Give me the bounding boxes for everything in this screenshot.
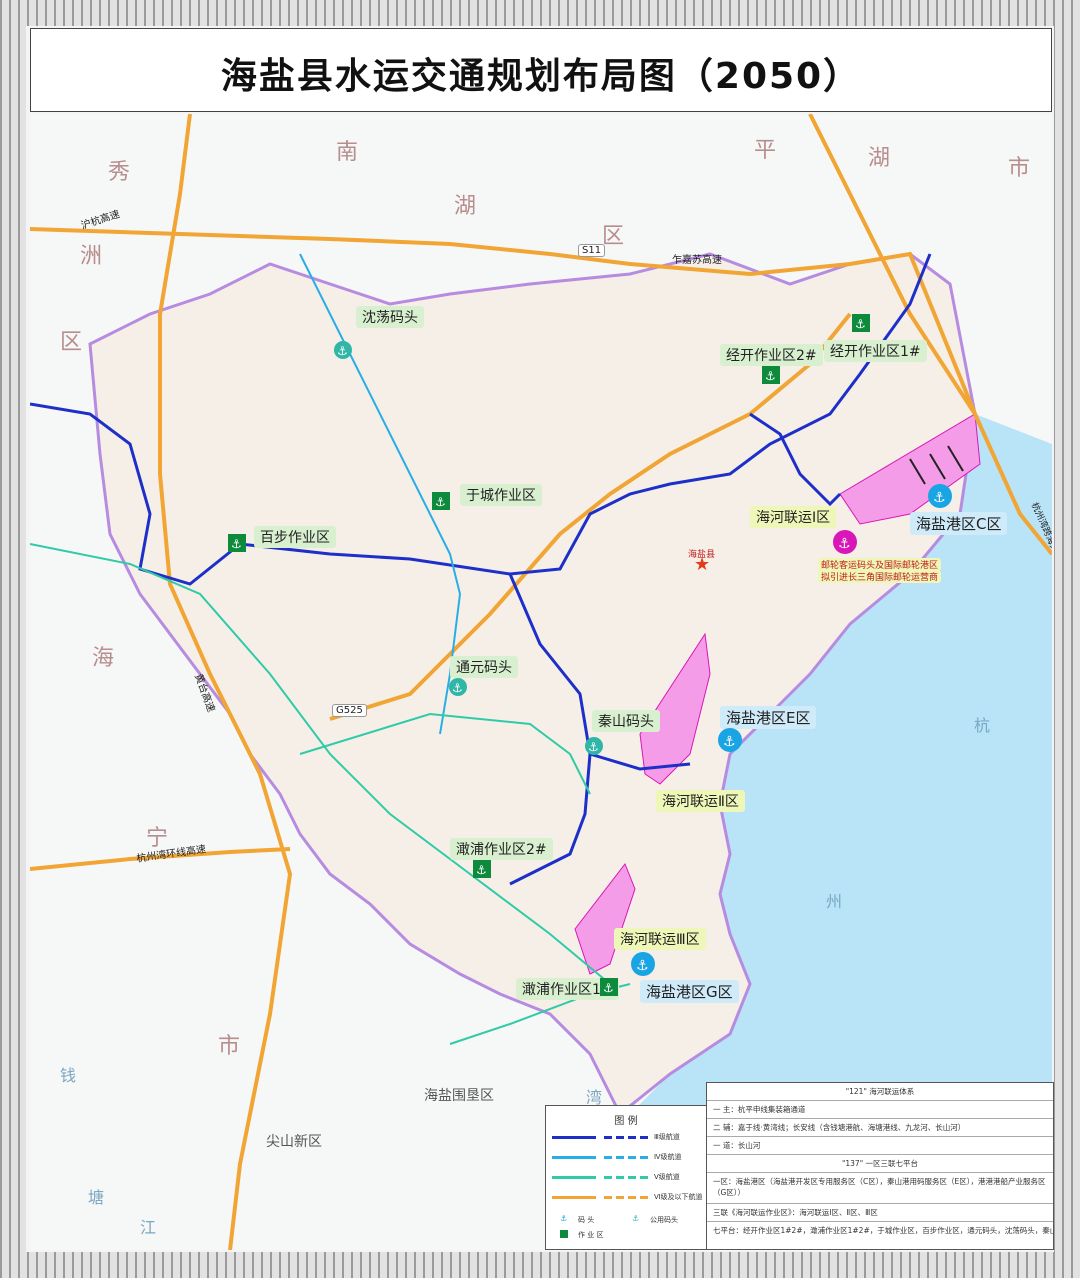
legend-dash [604,1176,648,1179]
cruise-anchor-icon[interactable]: ⚓ [833,530,857,554]
title-box: 海盐县水运交通规划布局图（2050） [30,28,1052,112]
map-area: ★ 南 湖 区 秀 洲 区 平 湖 市 海 宁 市 杭 州 湾 钱 塘 江 S1… [30,114,1052,1250]
legend-icon-row: ⚓ 码 头 ⚓ 公用码头 [552,1214,700,1224]
svg-text:⚓: ⚓ [476,863,487,877]
legend-label: Ⅵ级及以下航道 [654,1193,703,1201]
svg-text:⚓: ⚓ [838,536,851,552]
svg-text:⚓: ⚓ [603,981,614,995]
work-area-icon [560,1230,568,1238]
anchor-icon[interactable]: ⚓ [449,678,467,696]
legend-dash [604,1136,648,1139]
anchor-icon: ⚓ [632,1214,640,1223]
legend-line [552,1136,596,1139]
legend-line [552,1196,596,1199]
work-area-icon[interactable]: ⚓ [762,366,780,384]
info-row: 一区：海盐港区（海盐港开发区专用服务区（C区），秦山港用码服务区（E区），港港港… [707,1173,1053,1204]
svg-text:⚓: ⚓ [855,317,866,331]
info-row: 一 道：长山河 [707,1137,1053,1155]
svg-text:⚓: ⚓ [337,344,348,358]
info-header-1: "121" 海河联运体系 [707,1083,1053,1101]
info-row: 二 辅：嘉于线·黄湾线；长安线（含钱塘港航、海塘港线、九龙河、长山河） [707,1119,1053,1137]
work-area-icon[interactable]: ⚓ [600,978,618,996]
legend-line [552,1176,596,1179]
info-header-2: "137" 一区三联七平台 [707,1155,1053,1173]
legend-label: Ⅴ级航道 [654,1173,680,1181]
work-area-icon[interactable]: ⚓ [228,534,246,552]
legend-dash [604,1156,648,1159]
port-anchor-icon[interactable]: ⚓ [718,728,742,752]
info-row: 三联《海河联运作业区》：海河联运Ⅰ区、Ⅱ区、Ⅲ区 [707,1204,1053,1222]
svg-text:⚓: ⚓ [452,681,463,695]
port-anchor-icon[interactable]: ⚓ [928,484,952,508]
svg-text:⚓: ⚓ [765,369,776,383]
anchor-icon: ⚓ [560,1214,568,1223]
anchor-icon[interactable]: ⚓ [585,737,603,755]
svg-text:⚓: ⚓ [588,740,599,754]
legend-icon-row: 作 业 区 [552,1230,700,1240]
info-row: 七平台：经开作业区1#2#，澉浦作业区1#2#，于城作业区，百步作业区，通元码头… [713,1226,1053,1235]
legend-label: Ⅲ级航道 [654,1133,680,1141]
legend-line [552,1156,596,1159]
legend-icon-label: 码 头 [578,1216,595,1224]
work-area-icon[interactable]: ⚓ [852,314,870,332]
info-row: 一 主：杭平申线集装箱通道 [707,1101,1053,1119]
info-panel: "121" 海河联运体系 一 主：杭平申线集装箱通道 二 辅：嘉于线·黄湾线；长… [706,1082,1054,1250]
legend: 图 例 Ⅲ级航道 Ⅳ级航道 Ⅴ级航道 Ⅵ级及以下航道 ⚓ 码 头 ⚓ 公用码头 … [545,1105,707,1250]
svg-text:⚓: ⚓ [636,958,649,974]
svg-text:⚓: ⚓ [435,495,446,509]
svg-text:⚓: ⚓ [231,537,242,551]
svg-text:⚓: ⚓ [933,490,946,506]
svg-text:⚓: ⚓ [723,734,736,750]
legend-title: 图 例 [614,1116,638,1127]
legend-label: Ⅳ级航道 [654,1153,682,1161]
legend-icon-label: 公用码头 [650,1216,678,1224]
legend-icon-label: 作 业 区 [578,1231,604,1239]
port-anchor-icon[interactable]: ⚓ [631,952,655,976]
legend-row: Ⅲ级航道 [552,1132,700,1142]
work-area-icon[interactable]: ⚓ [432,492,450,510]
legend-row: Ⅵ级及以下航道 [552,1192,703,1202]
map-icons: ⚓ ⚓ ⚓ ⚓ ⚓ ⚓ ⚓ ⚓ ⚓ ⚓ ⚓ ⚓ ⚓ [228,314,952,996]
legend-row: Ⅳ级航道 [552,1152,700,1162]
legend-dash [604,1196,648,1199]
work-area-icon[interactable]: ⚓ [473,860,491,878]
legend-row: Ⅴ级航道 [552,1172,700,1182]
anchor-icon[interactable]: ⚓ [334,341,352,359]
map-title: 海盐县水运交通规划布局图（2050） [220,56,862,97]
